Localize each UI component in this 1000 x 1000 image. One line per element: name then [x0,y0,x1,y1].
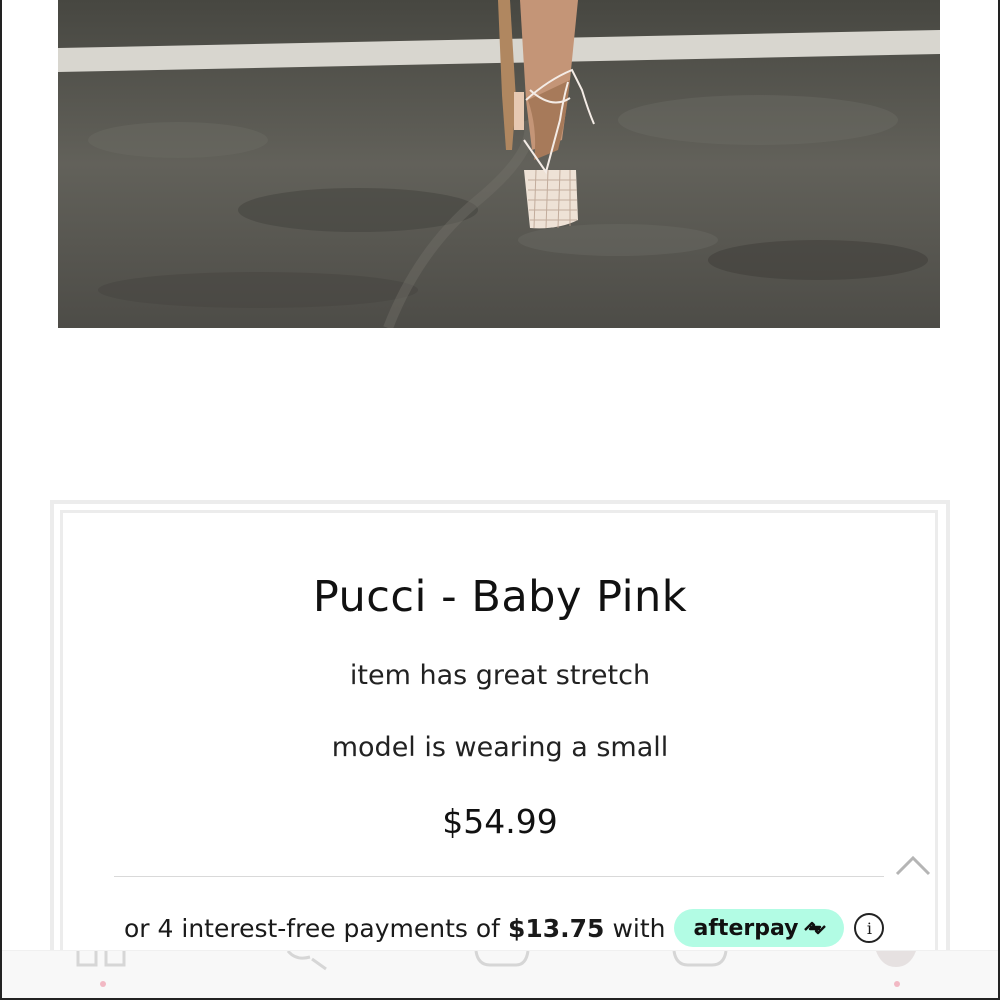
info-icon[interactable]: i [854,913,885,943]
bottom-navigation-bar [2,950,998,999]
product-photo-graphic [58,0,940,328]
afterpay-suffix-text: with [612,913,666,943]
product-photo [58,0,940,328]
divider [114,876,884,877]
product-description-line: model is wearing a small [331,732,669,763]
home-icon [76,951,126,967]
afterpay-logo-icon [804,921,827,935]
nav-profile-button[interactable] [870,951,920,999]
scroll-to-top-button[interactable] [893,850,933,880]
chat-icon [474,950,530,967]
product-title: Pucci - Baby Pink [312,572,688,622]
afterpay-brand-text: afterpay [693,915,799,941]
nav-profile-indicator [894,981,900,987]
search-icon [286,950,327,971]
nav-search-button[interactable] [282,950,332,999]
nav-active-indicator [100,981,106,987]
nav-bag-button[interactable] [670,950,730,999]
frame-left-border [0,0,2,1000]
profile-icon [876,951,916,967]
bag-icon [672,950,728,967]
afterpay-installment-message: or 4 interest-free payments of $13.75 wi… [124,906,885,950]
afterpay-badge[interactable]: afterpay [673,909,845,947]
afterpay-prefix-text: or 4 interest-free payments of [124,913,500,943]
product-description-line: item has great stretch [349,660,651,691]
nav-chat-button[interactable] [472,950,532,999]
chevron-up-icon [895,855,931,876]
nav-home-button[interactable] [72,951,132,999]
afterpay-installment-amount: $13.75 [507,913,605,943]
product-price: $54.99 [442,802,558,841]
